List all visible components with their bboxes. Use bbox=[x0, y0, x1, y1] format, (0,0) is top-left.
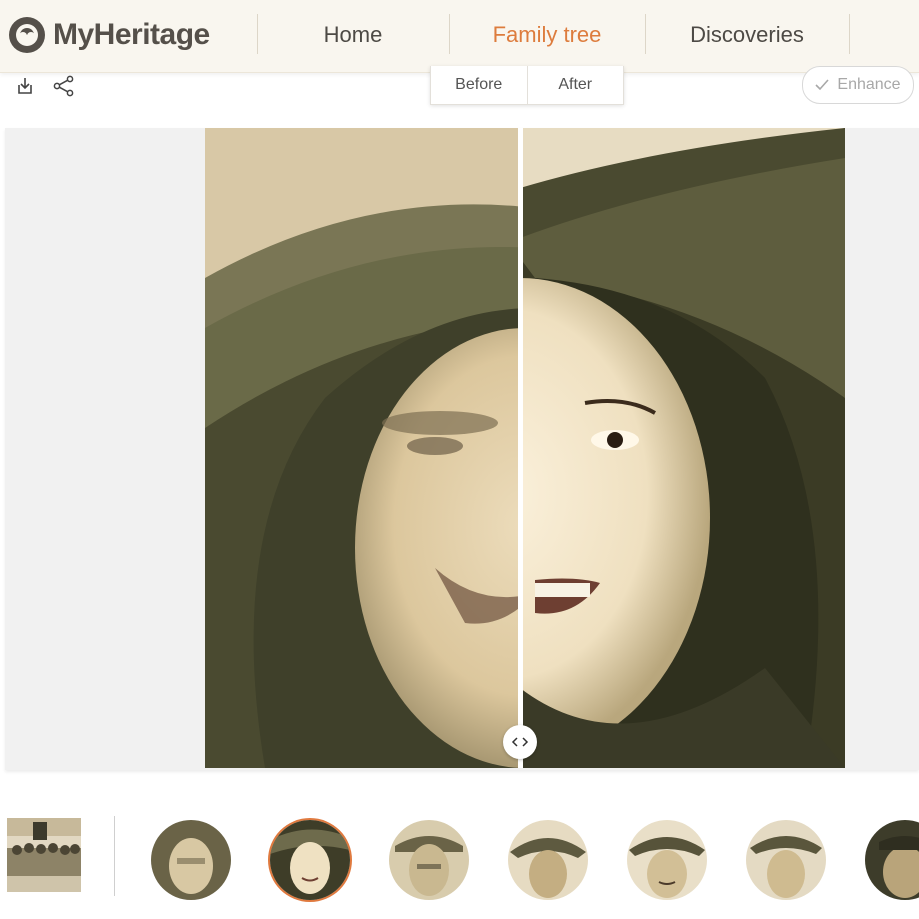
download-icon[interactable] bbox=[14, 75, 36, 97]
enhance-label: Enhance bbox=[837, 76, 901, 93]
check-icon bbox=[815, 79, 830, 91]
compare-divider[interactable] bbox=[518, 128, 523, 768]
before-button[interactable]: Before bbox=[431, 66, 527, 104]
nav-home[interactable]: Home bbox=[258, 20, 448, 50]
enhance-button[interactable]: Enhance bbox=[802, 66, 914, 104]
face-thumbnail[interactable] bbox=[508, 820, 588, 900]
group-photo-thumbnail[interactable] bbox=[7, 818, 81, 892]
compared-photo[interactable] bbox=[205, 128, 845, 768]
face-thumbnail[interactable] bbox=[865, 820, 919, 900]
face-thumbnail[interactable] bbox=[627, 820, 707, 900]
logo-text: MyHeritage bbox=[53, 18, 210, 51]
nav-family-tree[interactable]: Family tree bbox=[450, 20, 644, 50]
myheritage-logo-icon bbox=[9, 17, 45, 53]
chevrons-left-right-icon bbox=[511, 737, 529, 747]
face-thumbnail[interactable] bbox=[389, 820, 469, 900]
myheritage-logo[interactable]: MyHeritage bbox=[5, 15, 210, 55]
before-after-toggle: Before After bbox=[430, 66, 624, 105]
share-icon[interactable] bbox=[53, 75, 75, 97]
face-thumbnail[interactable] bbox=[151, 820, 231, 900]
face-thumbnail-selected[interactable] bbox=[270, 820, 350, 900]
face-thumbnail[interactable] bbox=[746, 820, 826, 900]
after-button[interactable]: After bbox=[526, 66, 624, 104]
top-header: MyHeritage Home Family tree Discoveries bbox=[0, 0, 919, 73]
nav-discoveries[interactable]: Discoveries bbox=[646, 20, 848, 50]
nav-separator bbox=[849, 14, 850, 54]
thumbnail-separator bbox=[114, 816, 115, 896]
compare-slider-handle[interactable] bbox=[503, 725, 537, 759]
